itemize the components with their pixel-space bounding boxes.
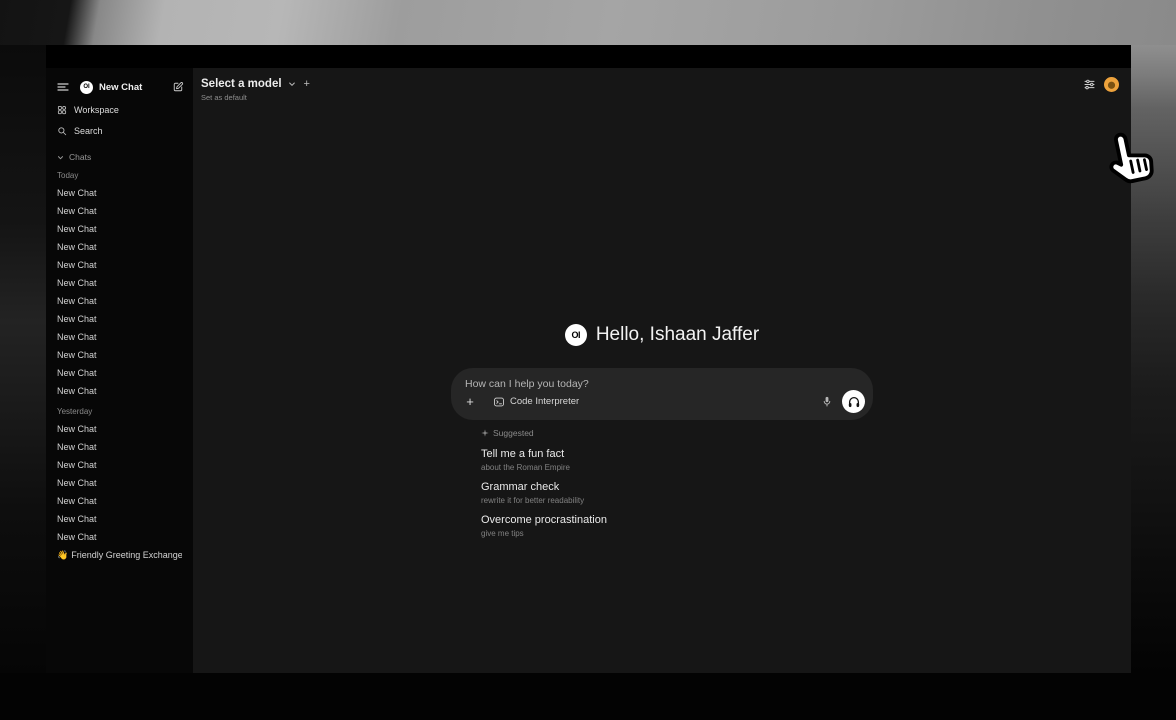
attach-plus-button[interactable]: + (463, 395, 477, 409)
desktop-background-left (0, 45, 46, 673)
sidebar: OI New Chat Workspace (46, 68, 193, 673)
main-panel: Select a model + Set as default (193, 68, 1131, 673)
new-chat-title[interactable]: New Chat (99, 82, 142, 93)
suggested-section: Suggested Tell me a fun factabout the Ro… (451, 426, 873, 539)
chat-list-item[interactable]: New Chat (57, 492, 182, 510)
greeting-text: Hello, Ishaan Jaffer (596, 324, 759, 346)
search-icon (57, 126, 67, 136)
suggestion-title: Grammar check (481, 481, 873, 494)
suggestion-title: Overcome procrastination (481, 514, 873, 527)
chat-list-item[interactable]: New Chat (57, 184, 182, 202)
suggested-label: Suggested (493, 428, 534, 438)
terminal-icon (493, 396, 505, 408)
chat-list-item[interactable]: New Chat (57, 438, 182, 456)
chat-list-item-named[interactable]: 👋Friendly Greeting Exchange (57, 546, 182, 564)
chat-list-item[interactable]: New Chat (57, 510, 182, 528)
welcome-area: OI Hello, Ishaan Jaffer How can I help y… (451, 322, 873, 539)
chat-list-item[interactable]: New Chat (57, 202, 182, 220)
wave-emoji: 👋 (57, 546, 68, 564)
sidebar-item-search[interactable]: Search (46, 121, 193, 140)
suggestion-subtitle: give me tips (481, 528, 873, 539)
model-selector-area: Select a model + Set as default (201, 78, 310, 102)
chat-list-item[interactable]: New Chat (57, 474, 182, 492)
chat-list-item[interactable]: New Chat (57, 364, 182, 382)
chat-list-item[interactable]: New Chat (57, 238, 182, 256)
sliders-icon[interactable] (1083, 78, 1096, 91)
chat-list-item[interactable]: New Chat (57, 310, 182, 328)
app-logo: OI (565, 324, 587, 346)
desktop-background-top (0, 0, 1176, 45)
suggestion-subtitle: rewrite it for better readability (481, 495, 873, 506)
chat-list-item[interactable]: New Chat (57, 346, 182, 364)
suggestion-title: Tell me a fun fact (481, 448, 873, 461)
chats-section-header[interactable]: Chats (46, 150, 193, 164)
chat-list-item[interactable]: New Chat (57, 528, 182, 546)
chat-list-item[interactable]: New Chat (57, 220, 182, 238)
sparkle-icon (481, 429, 489, 437)
chat-list-item[interactable]: New Chat (57, 274, 182, 292)
hamburger-menu-icon[interactable] (57, 82, 69, 92)
sidebar-item-workspace[interactable]: Workspace (46, 100, 193, 119)
chat-group-label: Yesterday (57, 405, 182, 418)
chats-section-label: Chats (69, 152, 91, 162)
voice-call-button[interactable] (842, 390, 865, 413)
greeting: OI Hello, Ishaan Jaffer (451, 322, 873, 348)
headphones-icon (847, 395, 861, 409)
chat-list-item[interactable]: New Chat (57, 292, 182, 310)
chevron-down-icon (57, 154, 64, 161)
message-input[interactable]: How can I help you today? + Code Interpr… (451, 368, 873, 420)
suggestion-item[interactable]: Overcome procrastinationgive me tips (481, 514, 873, 539)
set-as-default-button[interactable]: Set as default (201, 93, 310, 102)
grid-icon (57, 105, 67, 115)
microphone-icon[interactable] (821, 395, 833, 408)
chat-list-item[interactable]: New Chat (57, 456, 182, 474)
chat-list-item[interactable]: New Chat (57, 420, 182, 438)
desktop-background-right (1131, 45, 1176, 673)
chat-list-item[interactable]: New Chat (57, 328, 182, 346)
suggestion-item[interactable]: Grammar checkrewrite it for better reada… (481, 481, 873, 506)
chat-list: TodayNew ChatNew ChatNew ChatNew ChatNew… (46, 169, 193, 564)
add-model-button[interactable]: + (304, 78, 310, 90)
model-selector[interactable]: Select a model (201, 78, 282, 90)
chat-title: Friendly Greeting Exchange (71, 546, 182, 564)
chat-list-item[interactable]: New Chat (57, 256, 182, 274)
sidebar-header[interactable]: OI New Chat (46, 68, 193, 98)
code-interpreter-toggle[interactable]: Code Interpreter (493, 396, 579, 408)
user-avatar[interactable] (1104, 77, 1119, 92)
window-top-strip (46, 45, 1131, 68)
chat-list-item[interactable]: New Chat (57, 382, 182, 400)
app-window: OI New Chat Workspace (46, 45, 1131, 673)
chat-group-label: Today (57, 169, 182, 182)
chevron-down-icon[interactable] (288, 80, 296, 88)
suggestion-list: Tell me a fun factabout the Roman Empire… (481, 448, 873, 539)
suggestion-subtitle: about the Roman Empire (481, 462, 873, 473)
sidebar-item-label: Search (74, 126, 103, 136)
desktop-background-bottom (0, 673, 1176, 720)
code-interpreter-label: Code Interpreter (510, 396, 579, 407)
sidebar-item-label: Workspace (74, 105, 119, 115)
suggestion-item[interactable]: Tell me a fun factabout the Roman Empire (481, 448, 873, 473)
app-logo: OI (80, 81, 93, 94)
edit-pencil-icon[interactable] (172, 81, 184, 93)
input-placeholder: How can I help you today? (465, 378, 589, 390)
